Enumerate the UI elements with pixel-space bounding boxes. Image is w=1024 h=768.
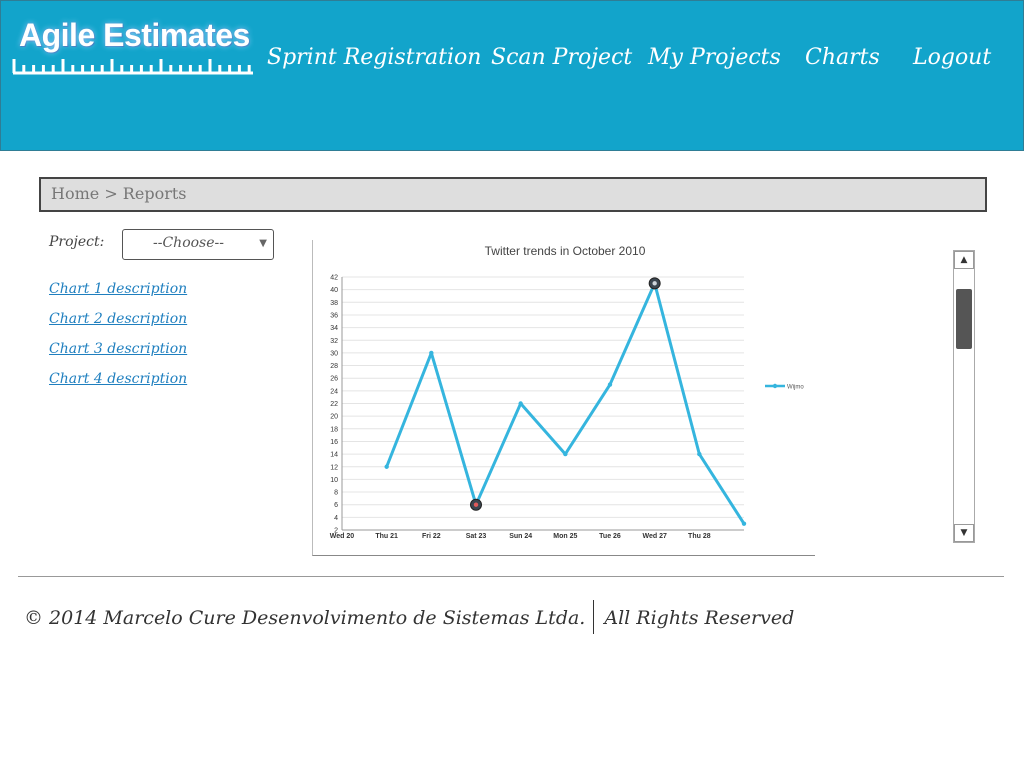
y-tick-label: 38 bbox=[330, 300, 338, 307]
y-tick-label: 4 bbox=[334, 515, 338, 522]
chart-panel: Twitter trends in October 2010 2 4 6 8 10 12 1… bbox=[312, 240, 815, 556]
x-tick-label: Wed 20 bbox=[330, 533, 354, 540]
logo-text: Agile Estimates bbox=[19, 17, 250, 53]
chart-2-link[interactable]: Chart 2 description bbox=[49, 311, 187, 327]
data-point bbox=[563, 451, 568, 457]
x-tick-label: Sun 24 bbox=[509, 533, 532, 540]
project-select[interactable]: --Choose-- ▼ bbox=[122, 229, 274, 260]
x-tick-label: Wed 27 bbox=[642, 533, 666, 540]
y-tick-label: 10 bbox=[330, 477, 338, 484]
x-tick-label: Thu 21 bbox=[375, 533, 398, 540]
x-tick-label: Sat 23 bbox=[466, 533, 487, 540]
max-marker-icon-core bbox=[652, 281, 657, 286]
vertical-scrollbar[interactable]: ▲ ▼ bbox=[953, 250, 975, 543]
ruler-icon bbox=[12, 59, 253, 75]
y-tick-label: 20 bbox=[330, 414, 338, 421]
x-tick-label: Tue 26 bbox=[599, 533, 621, 540]
nav-logout[interactable]: Logout bbox=[913, 45, 991, 70]
legend-swatch-dot bbox=[772, 383, 778, 389]
footer-separator bbox=[593, 600, 595, 634]
chart-1-link[interactable]: Chart 1 description bbox=[49, 281, 187, 297]
data-point bbox=[607, 382, 613, 387]
nav-my-projects[interactable]: My Projects bbox=[648, 45, 781, 70]
app-logo[interactable]: Agile Estimates bbox=[11, 15, 256, 75]
y-tick-label: 40 bbox=[330, 287, 338, 294]
project-label: Project: bbox=[49, 234, 105, 250]
chart-title: Twitter trends in October 2010 bbox=[485, 244, 646, 258]
line-chart: Twitter trends in October 2010 24 6 8 10 12 1… bbox=[330, 244, 805, 540]
y-tick-label: 30 bbox=[330, 350, 338, 357]
y-tick-label: 28 bbox=[330, 363, 338, 370]
nav-sprint-registration[interactable]: Sprint Registration bbox=[267, 45, 481, 70]
y-tick-label: 42 bbox=[330, 275, 338, 282]
y-tick-label: 18 bbox=[330, 426, 338, 433]
data-point bbox=[741, 521, 747, 526]
y-tick-label: 36 bbox=[330, 312, 338, 319]
y-tick-label: 14 bbox=[330, 452, 338, 459]
footer: © 2014 Marcelo Cure Desenvolvimento de S… bbox=[24, 600, 794, 634]
data-point bbox=[697, 451, 702, 457]
min-marker-icon-core bbox=[473, 502, 479, 507]
y-tick-label: 8 bbox=[334, 490, 338, 497]
data-point bbox=[518, 401, 523, 406]
data-point bbox=[384, 464, 389, 469]
y-tick-label: 16 bbox=[330, 439, 338, 446]
y-tick-label: 22 bbox=[330, 401, 338, 408]
scroll-down-icon[interactable]: ▼ bbox=[954, 524, 974, 542]
scroll-up-icon[interactable]: ▲ bbox=[954, 251, 974, 269]
x-tick-label: Mon 25 bbox=[553, 533, 577, 540]
scroll-thumb[interactable] bbox=[956, 289, 972, 349]
x-tick-label: Fri 22 bbox=[422, 533, 441, 540]
nav-charts[interactable]: Charts bbox=[805, 45, 880, 70]
nav-scan-project[interactable]: Scan Project bbox=[491, 45, 632, 70]
footer-copyright: © 2014 Marcelo Cure Desenvolvimento de S… bbox=[24, 607, 586, 629]
x-tick-label: Thu 28 bbox=[688, 533, 711, 540]
app-header: Agile Estimates Sprint Registration Scan… bbox=[0, 0, 1024, 151]
y-tick-label: 6 bbox=[334, 502, 338, 509]
chart-4-link[interactable]: Chart 4 description bbox=[49, 371, 187, 387]
footer-divider bbox=[18, 576, 1004, 577]
y-tick-label: 24 bbox=[330, 388, 338, 395]
chart-3-link[interactable]: Chart 3 description bbox=[49, 341, 187, 357]
y-tick-label: 32 bbox=[330, 338, 338, 345]
y-tick-label: 26 bbox=[330, 376, 338, 383]
y-tick-label: 12 bbox=[330, 464, 338, 471]
data-point bbox=[429, 350, 434, 356]
chevron-down-icon: ▼ bbox=[259, 238, 267, 249]
breadcrumb: Home > Reports bbox=[39, 177, 987, 212]
project-select-value: --Choose-- bbox=[153, 235, 224, 251]
footer-rights: All Rights Reserved bbox=[604, 607, 795, 629]
y-tick-label: 34 bbox=[330, 325, 338, 332]
legend-label: Wijmo bbox=[787, 385, 804, 391]
